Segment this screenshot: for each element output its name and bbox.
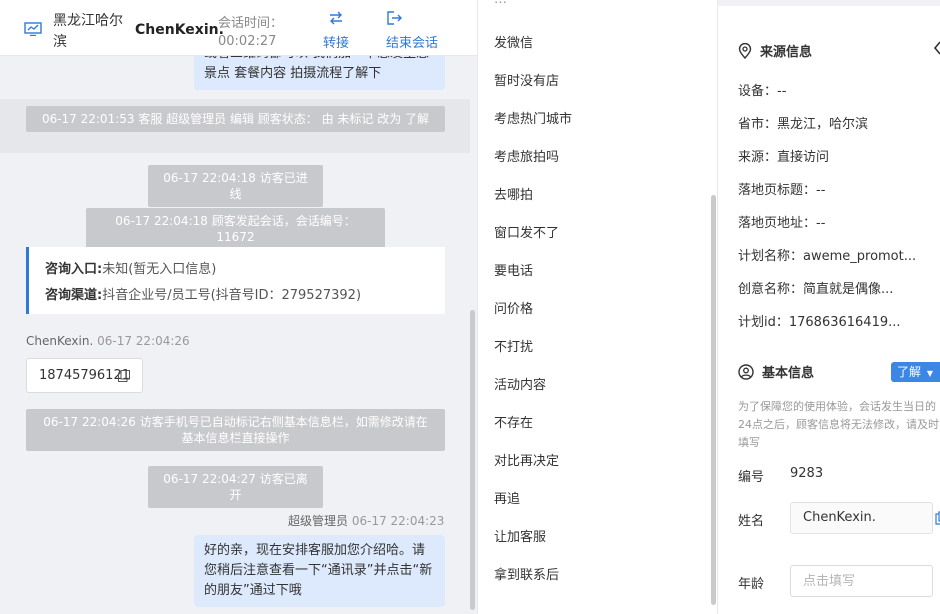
customer-info-panel: 来源信息 设备：-- 省市：黑龙江，哈尔滨 来源：直接访问 落地页标题：-- 落… — [717, 0, 940, 614]
caret-down-icon: ▼ — [926, 369, 933, 378]
system-message-visitor-in: 06-17 22:04:18 访客已进线 — [148, 165, 323, 207]
chat-header: 黑龙江哈尔滨 ChenKexin. 会话时间： 00:02:27 转接 结束会话 — [0, 0, 477, 56]
consult-entry: 咨询入口:未知(暂无入口信息) — [45, 262, 217, 277]
id-label: 编号 — [738, 470, 765, 485]
age-input[interactable] — [790, 565, 933, 597]
tag-item[interactable]: 考虑热门城市 — [494, 108, 572, 127]
system-message-status-change: 06-17 22:01:53 客服 超级管理员 编辑 顾客状态： 由 未标记 改… — [26, 106, 445, 132]
collapse-icon[interactable] — [932, 40, 940, 56]
name-field[interactable]: ChenKexin. — [790, 502, 933, 534]
tag-item[interactable]: 活动内容 — [494, 374, 546, 393]
visitor-name: ChenKexin. — [135, 22, 224, 38]
source-origin: 来源：直接访问 — [738, 150, 830, 165]
basic-info-note: 为了保障您的使用体验，会话发生当日的24点之后，顾客信息将无法修改，请及时填写 — [738, 400, 939, 449]
agent-message-bubble: 好的亲，现在安排客服加您介绍哈。请您稍后注意查看一下“通讯录”并点击“新的朋友”… — [194, 535, 445, 607]
session-time: 00:02:27 — [218, 34, 277, 49]
chat-message-list[interactable]: 或看三维码都可以 我们加一下您发生您 景点 套餐内容 拍摄流程了解下 06-17… — [0, 0, 470, 614]
end-session-button[interactable]: 结束会话 — [384, 10, 444, 51]
source-plan-id: 计划id：176863616419... — [738, 315, 901, 330]
visitor-meta-name: ChenKexin. — [26, 334, 94, 348]
session-time-label: 会话时间： — [218, 16, 284, 31]
consult-info-card: 咨询入口:未知(暂无入口信息) 咨询渠道:抖音企业号/员工号(抖音号ID：279… — [26, 247, 445, 314]
agent-message-meta: 超级管理员 06-17 22:04:23 — [288, 512, 444, 529]
tag-item[interactable]: 拿到联系后 — [494, 564, 559, 583]
tag-item[interactable]: 问价格 — [494, 298, 533, 317]
tag-item[interactable]: 不存在 — [494, 412, 533, 431]
name-value: ChenKexin. — [803, 510, 876, 525]
chat-scrollbar[interactable] — [470, 310, 475, 610]
visitor-location: 黑龙江哈尔滨 — [53, 13, 123, 50]
logout-icon — [387, 11, 402, 25]
source-landing-title: 落地页标题：-- — [738, 183, 826, 198]
transfer-button[interactable]: 转接 — [306, 10, 366, 51]
tag-item[interactable]: 去哪拍 — [494, 184, 533, 203]
tag-item[interactable]: 考虑旅拍吗 — [494, 146, 559, 165]
tag-item[interactable]: 再追 — [494, 488, 520, 507]
chat-panel: 或看三维码都可以 我们加一下您发生您 景点 套餐内容 拍摄流程了解下 06-17… — [0, 0, 477, 614]
panel-top-strip — [718, 0, 940, 6]
end-session-label: 结束会话 — [386, 36, 439, 51]
system-message-session-start: 06-17 22:04:18 顾客发起会话，会话编号：11672 — [86, 208, 385, 250]
visitor-message-meta: ChenKexin. 06-17 22:04:26 — [26, 334, 190, 348]
visitor-phone-message[interactable]: 18745796121 — [26, 358, 143, 393]
visitor-meta-time: 06-17 22:04:26 — [97, 334, 190, 348]
source-plan-name: 计划名称：aweme_promot... — [738, 249, 917, 264]
monitor-icon — [24, 22, 42, 36]
user-icon — [738, 364, 754, 380]
tag-item: … — [494, 0, 507, 7]
tag-item[interactable]: 暂时没有店 — [494, 70, 559, 89]
basic-info-title: 基本信息 — [738, 362, 814, 381]
copy-icon[interactable] — [118, 370, 130, 382]
tag-item[interactable]: 要电话 — [494, 260, 533, 279]
tag-list-scrollbar[interactable] — [711, 195, 716, 605]
copy-icon[interactable] — [935, 511, 940, 525]
visitor-phone-number: 18745796121 — [39, 368, 130, 383]
quick-tag-list: … 发微信 暂时没有店 考虑热门城市 考虑旅拍吗 去哪拍 窗口发不了 要电话 问… — [477, 0, 717, 614]
location-pin-icon — [738, 43, 752, 59]
tag-item[interactable]: 对比再决定 — [494, 450, 559, 469]
source-creative-name: 创意名称：简直就是偶像... — [738, 282, 894, 297]
system-message-phone-recorded: 06-17 22:04:26 访客手机号已自动标记右侧基本信息栏，如需修改请在基… — [26, 409, 445, 451]
consult-channel: 咨询渠道:抖音企业号/员工号(抖音号ID：279527392) — [45, 288, 362, 303]
customer-status-dropdown[interactable]: 了解 ▼ — [891, 362, 940, 382]
id-value: 9283 — [790, 466, 824, 481]
customer-status-label: 了解 — [897, 365, 922, 379]
transfer-label: 转接 — [322, 36, 349, 51]
agent-meta-time: 06-17 22:04:23 — [351, 514, 445, 528]
tag-item[interactable]: 窗口发不了 — [494, 222, 559, 241]
source-province: 省市：黑龙江，哈尔滨 — [738, 117, 869, 132]
age-label: 年龄 — [738, 577, 765, 592]
agent-meta-name: 超级管理员 — [288, 514, 349, 528]
transfer-icon — [330, 11, 342, 25]
tag-item[interactable]: 让加客服 — [494, 526, 546, 545]
tag-item[interactable]: 不打扰 — [494, 336, 533, 355]
source-info-title: 来源信息 — [738, 41, 812, 60]
system-message-visitor-left: 06-17 22:04:27 访客已离开 — [148, 466, 323, 508]
source-landing-url: 落地页地址：-- — [738, 216, 826, 231]
source-device: 设备：-- — [738, 84, 787, 99]
name-label: 姓名 — [738, 514, 765, 529]
tag-item[interactable]: 发微信 — [494, 32, 533, 51]
